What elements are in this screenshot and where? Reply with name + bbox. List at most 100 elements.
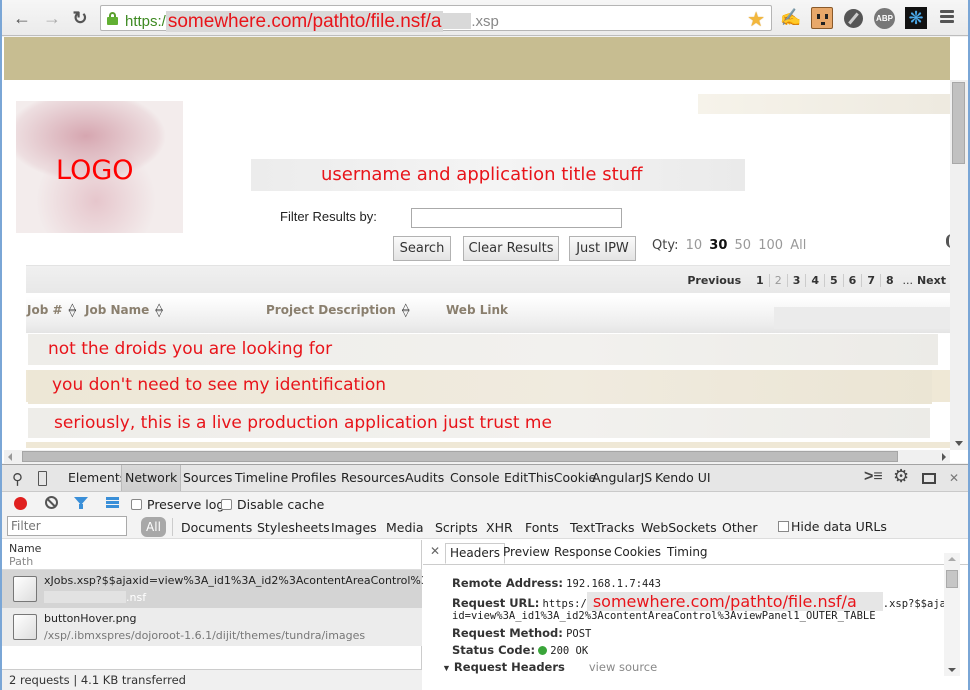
type-filter-images[interactable]: Images [331,520,377,535]
close-detail-icon[interactable]: ✕ [430,544,440,558]
devtools-tab-kendo-ui[interactable]: Kendo UI [652,465,714,491]
device-mode-icon[interactable] [38,471,47,486]
network-summary: 2 requests | 4.1 KB transferred [2,669,422,690]
pager-page[interactable]: 4 [805,274,824,287]
page-horizontal-scrollbar[interactable] [4,450,950,463]
table-row[interactable]: you don't need to see my identification [26,370,950,404]
request-name: buttonHover.png [44,612,137,625]
type-filter-scripts[interactable]: Scripts [435,520,478,535]
request-headers-section[interactable]: ▼ Request Headers view source [442,660,657,674]
clear-icon[interactable] [45,496,58,509]
list-view-icon[interactable] [106,497,119,508]
filter-label: Filter Results by: [280,209,377,224]
collapse-triangle-icon: ▼ [442,663,451,673]
page-vertical-scrollbar[interactable] [950,80,968,450]
detail-tab-timing[interactable]: Timing [667,545,708,559]
type-filter-other[interactable]: Other [722,520,758,535]
hide-data-urls-checkbox[interactable]: Hide data URLs [778,519,887,534]
pager-bar: Previous 12345678 ... Next [26,265,950,293]
pager-page[interactable]: 7 [861,274,880,287]
type-filter-websockets[interactable]: WebSockets [641,520,717,535]
view-source-link[interactable]: view source [589,660,657,674]
qty-option-all[interactable]: All [790,238,806,253]
devtools-tab-sources[interactable]: Sources [180,465,235,491]
request-method-line: Request Method: POST [452,626,592,640]
type-filter-documents[interactable]: Documents [181,520,252,535]
devtools-tab-console[interactable]: Console [447,465,503,491]
devtools-tab-network[interactable]: Network [121,465,182,491]
disable-cache-checkbox[interactable]: Disable cache [221,497,324,512]
type-filter-xhr[interactable]: XHR [486,520,513,535]
pager-ellipsis: ... [902,274,913,287]
preserve-log-checkbox[interactable]: Preserve log [131,497,224,512]
record-icon[interactable] [14,497,27,510]
network-filter-input[interactable] [7,516,127,536]
column-header-job-name[interactable]: Job Name △ ▽ [85,302,163,318]
devtools-tab-profiles[interactable]: Profiles [288,465,339,491]
table-row[interactable]: seriously, this is a live production app… [26,408,950,440]
type-filter-texttracks[interactable]: TextTracks [570,520,635,535]
detail-tab-preview[interactable]: Preview [503,545,550,559]
table-header: Job # △ ▽ Job Name △ ▽ Project Description △ ▽… [26,297,968,333]
pager-page[interactable]: 3 [786,274,806,287]
pager-page[interactable]: 6 [842,274,862,287]
clear-results-button[interactable]: Clear Results [463,236,559,261]
detail-scrollbar[interactable] [944,553,960,676]
devtools-tab-timeline[interactable]: Timeline [232,465,291,491]
qty-option-100[interactable]: 100 [758,238,783,253]
pager-next[interactable]: Next [917,274,946,287]
table-row[interactable]: not the droids you are looking for [26,334,950,366]
url-redacted-host: somewhere.com/pathto/file.nsf/a [165,11,444,32]
just-ipw-button[interactable]: Just IPW [569,236,636,261]
address-bar[interactable]: https:/somewhere.com/pathto/file.nsf/a .x… [100,5,772,32]
bookmark-star-icon[interactable]: ★ [747,7,765,32]
request-list-header[interactable]: Name Path [2,540,422,570]
type-filter-stylesheets[interactable]: Stylesheets [257,520,330,535]
devtools-tab-resources[interactable]: Resources [338,465,408,491]
adblock-plus-icon[interactable]: ABP [874,8,895,29]
detail-tab-headers[interactable]: Headers [445,543,505,564]
qty-option-50[interactable]: 50 [735,238,752,253]
dock-icon[interactable] [922,473,936,484]
pager-page[interactable]: 1 [751,274,769,287]
column-header-web-link: Web Link [446,303,508,317]
network-filter-row: All Documents Stylesheets Images Media S… [2,515,968,539]
pager-page[interactable]: 8 [879,274,899,287]
inspect-search-icon[interactable]: ⚲ [12,470,23,488]
column-header-job-number[interactable]: Job # △ ▽ [27,302,76,318]
column-header-project-description[interactable]: Project Description △ ▽ [266,302,410,318]
pager-page[interactable]: 5 [824,274,843,287]
request-row[interactable]: xJobs.xsp?$$ajaxid=view%3A_id1%3A_id2%3A… [2,570,455,608]
detail-tab-response[interactable]: Response [554,545,612,559]
devtools-tab-angularjs[interactable]: AngularJS [589,465,655,491]
type-filter-media[interactable]: Media [386,520,424,535]
devtools-tab-elements[interactable]: Elements [65,465,129,491]
column-path: Path [9,555,34,568]
close-devtools-icon[interactable]: ✕ [949,471,959,485]
back-button[interactable]: ← [12,8,32,28]
type-filter-all[interactable]: All [141,517,166,537]
devtools-tab-editthiscookie[interactable]: EditThisCookie [501,465,599,491]
outlet-icon[interactable] [811,7,833,29]
devtools-tab-audits[interactable]: Audits [402,465,447,491]
reload-button[interactable]: ↻ [70,8,90,28]
status-code-line: Status Code: 200 OK [452,643,589,657]
type-filter-fonts[interactable]: Fonts [525,520,559,535]
filter-funnel-icon[interactable] [74,497,88,509]
search-button[interactable]: Search [393,236,451,261]
filter-input[interactable] [411,208,622,228]
request-list: Name Path xJobs.xsp?$$ajaxid=view%3A_id1… [2,540,455,690]
detail-tab-cookies[interactable]: Cookies [614,545,661,559]
url-text[interactable]: https:/somewhere.com/pathto/file.nsf/a .x… [125,10,499,32]
lamp-icon[interactable]: ✍ [780,7,802,29]
request-row[interactable]: buttonHover.png /xsp/.ibmxspres/dojoroot… [2,608,422,646]
forward-button[interactable]: → [42,8,62,28]
bug-icon[interactable]: ❋ [905,7,927,29]
qty-option-10[interactable]: 10 [686,238,703,253]
settings-gear-icon[interactable]: ⚙ [893,466,909,487]
feather-icon[interactable] [844,9,863,28]
pager-previous[interactable]: Previous [687,274,741,287]
menu-icon[interactable] [940,10,954,24]
qty-option-30[interactable]: 30 [709,238,727,253]
drawer-console-icon[interactable]: >≡ [864,468,883,486]
